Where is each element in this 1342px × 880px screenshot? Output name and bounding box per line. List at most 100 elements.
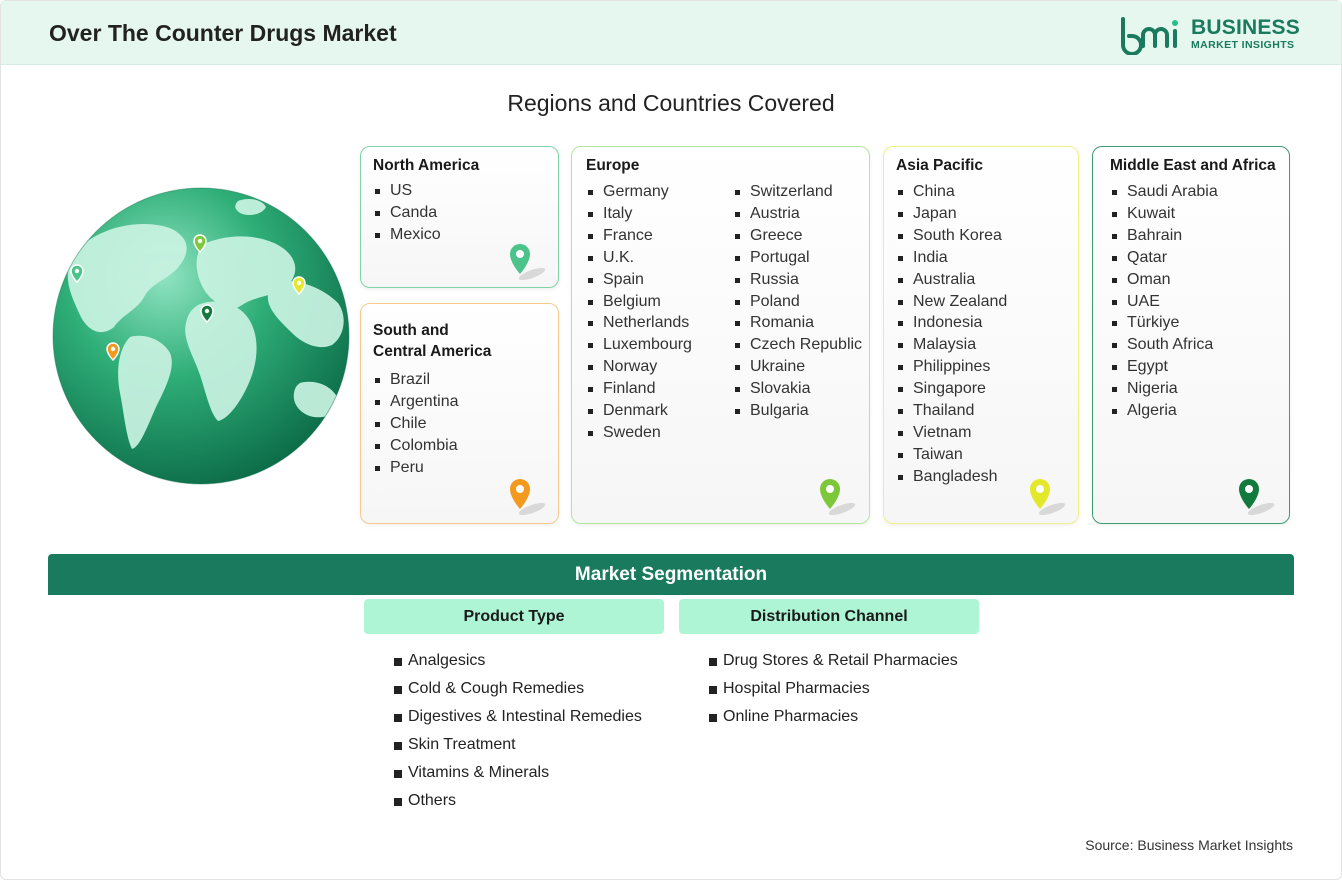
globe-illustration — [52, 187, 350, 485]
region-card-north-america: North America US Canda Mexico — [360, 146, 559, 288]
list-item: UAE — [1110, 291, 1218, 313]
list-item: Algeria — [1110, 400, 1218, 422]
list-item: Poland — [733, 291, 862, 313]
list-item: Oman — [1110, 269, 1218, 291]
list-item: Vitamins & Minerals — [394, 759, 642, 787]
country-list: China Japan South Korea India Australia … — [896, 181, 1007, 488]
country-list: Brazil Argentina Chile Colombia Peru — [373, 369, 459, 479]
list-item: Ukraine — [733, 356, 862, 378]
map-pin-icon — [1030, 479, 1066, 516]
list-item: Italy — [586, 203, 692, 225]
list-item: Taiwan — [896, 444, 1007, 466]
list-item: Japan — [896, 203, 1007, 225]
region-title: North America — [373, 157, 480, 174]
list-item: Thailand — [896, 400, 1007, 422]
list-item: Philippines — [896, 356, 1007, 378]
list-item: U.K. — [586, 247, 692, 269]
list-item: Saudi Arabia — [1110, 181, 1218, 203]
list-item: Indonesia — [896, 312, 1007, 334]
list-item: Portugal — [733, 247, 862, 269]
list-item: Denmark — [586, 400, 692, 422]
list-item: South Africa — [1110, 334, 1218, 356]
list-item: Colombia — [373, 435, 459, 457]
country-list: US Canda Mexico — [373, 180, 441, 246]
list-item: Others — [394, 787, 642, 815]
list-item: Russia — [733, 269, 862, 291]
list-item: Netherlands — [586, 312, 692, 334]
list-item: Online Pharmacies — [709, 703, 958, 731]
region-card-asia-pacific: Asia Pacific China Japan South Korea Ind… — [883, 146, 1079, 524]
list-item: Finland — [586, 378, 692, 400]
list-item: Romania — [733, 312, 862, 334]
country-list: Saudi Arabia Kuwait Bahrain Qatar Oman U… — [1110, 181, 1218, 422]
list-item: France — [586, 225, 692, 247]
list-item: Czech Republic — [733, 334, 862, 356]
segmentation-title: Market Segmentation — [574, 564, 768, 585]
list-item: Bulgaria — [733, 400, 862, 422]
list-item: Türkiye — [1110, 312, 1218, 334]
list-item: Germany — [586, 181, 692, 203]
list-item: Analgesics — [394, 647, 642, 675]
segment-heading-distribution-channel: Distribution Channel — [679, 599, 979, 634]
list-item: Bangladesh — [896, 466, 1007, 488]
list-item: Austria — [733, 203, 862, 225]
list-item: Brazil — [373, 369, 459, 391]
map-pin-icon — [510, 244, 546, 281]
list-item: Nigeria — [1110, 378, 1218, 400]
list-item: New Zealand — [896, 291, 1007, 313]
map-pin-icon — [820, 479, 856, 516]
source-note: Source: Business Market Insights — [1085, 837, 1293, 853]
list-item: Kuwait — [1110, 203, 1218, 225]
list-item: Digestives & Intestinal Remedies — [394, 703, 642, 731]
bmi-logo-mark-icon — [1121, 17, 1178, 56]
list-item: Vietnam — [896, 422, 1007, 444]
bmi-logo: BUSINESS MARKET INSIGHTS — [1119, 15, 1300, 56]
list-item: Sweden — [586, 422, 692, 444]
list-item: Norway — [586, 356, 692, 378]
list-item: Egypt — [1110, 356, 1218, 378]
header-bar: Over The Counter Drugs Market BUSINESS M… — [1, 1, 1341, 65]
region-card-south-central-america: South and Central America Brazil Argenti… — [360, 303, 559, 524]
list-item: Greece — [733, 225, 862, 247]
region-card-europe: Europe Germany Italy France U.K. Spain B… — [571, 146, 870, 524]
map-pin-icon — [510, 479, 546, 516]
segment-heading-product-type: Product Type — [364, 599, 664, 634]
list-item: Peru — [373, 457, 459, 479]
list-item: Switzerland — [733, 181, 862, 203]
list-item: Spain — [586, 269, 692, 291]
list-item: South Korea — [896, 225, 1007, 247]
list-item: Luxembourg — [586, 334, 692, 356]
list-item: Mexico — [373, 224, 441, 246]
region-title: Middle East and Africa — [1110, 157, 1276, 174]
region-title: South and Central America — [373, 320, 491, 362]
list-item: Argentina — [373, 391, 459, 413]
logo-line-2: MARKET INSIGHTS — [1191, 39, 1295, 51]
regions-section-title: Regions and Countries Covered — [507, 90, 835, 116]
region-card-middle-east-africa: Middle East and Africa Saudi Arabia Kuwa… — [1092, 146, 1290, 524]
list-item: Skin Treatment — [394, 731, 642, 759]
list-item: Chile — [373, 413, 459, 435]
list-item: Australia — [896, 269, 1007, 291]
logo-line-1: BUSINESS — [1191, 16, 1300, 39]
region-title: Europe — [586, 157, 640, 174]
list-item: India — [896, 247, 1007, 269]
list-item: Belgium — [586, 291, 692, 313]
map-pin-icon — [1239, 479, 1275, 516]
list-item: Cold & Cough Remedies — [394, 675, 642, 703]
region-title-line-2: Central America — [373, 343, 492, 360]
country-list-col-1: Germany Italy France U.K. Spain Belgium … — [586, 181, 692, 444]
page-title: Over The Counter Drugs Market — [49, 20, 397, 46]
list-item: China — [896, 181, 1007, 203]
list-item: Drug Stores & Retail Pharmacies — [709, 647, 958, 675]
region-title-line-1: South and — [373, 322, 449, 339]
country-list-col-2: Switzerland Austria Greece Portugal Russ… — [733, 181, 862, 422]
list-item: Qatar — [1110, 247, 1218, 269]
region-title: Asia Pacific — [896, 157, 984, 174]
list-item: Bahrain — [1110, 225, 1218, 247]
list-item: Singapore — [896, 378, 1007, 400]
distribution-channel-list: Drug Stores & Retail Pharmacies Hospital… — [709, 647, 958, 731]
list-item: US — [373, 180, 441, 202]
segmentation-header-bar: Market Segmentation — [48, 554, 1294, 595]
list-item: Slovakia — [733, 378, 862, 400]
product-type-list: Analgesics Cold & Cough Remedies Digesti… — [394, 647, 642, 815]
